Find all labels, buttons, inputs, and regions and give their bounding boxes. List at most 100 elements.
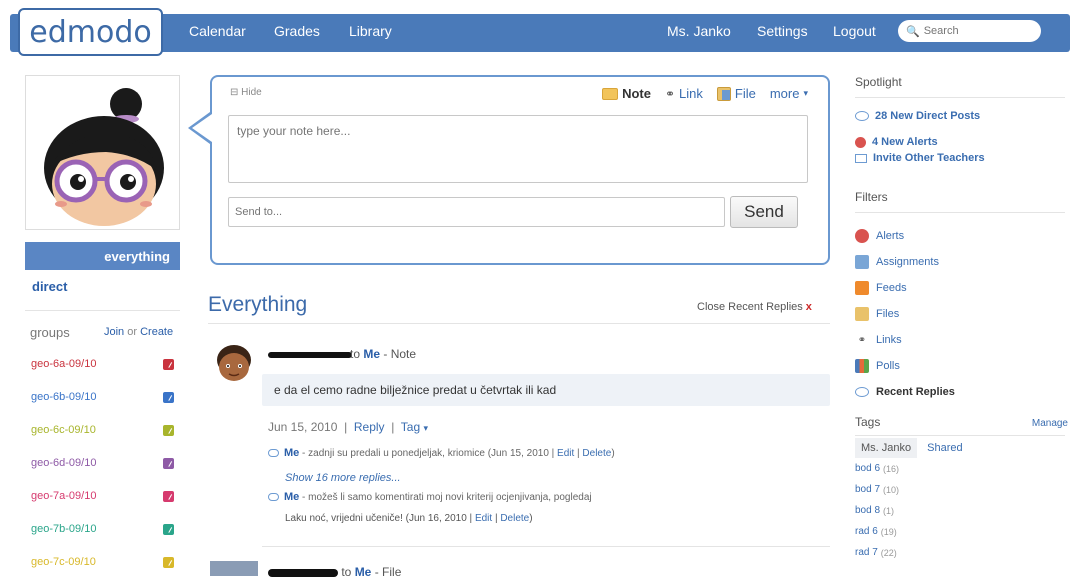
edit-reply-link[interactable]: Edit: [475, 513, 492, 524]
delete-reply-link[interactable]: Delete: [582, 448, 611, 459]
tag-item[interactable]: bod 8 (1): [855, 500, 1070, 521]
nav-settings-link[interactable]: Settings: [757, 23, 808, 39]
group-color-icon: [163, 358, 174, 370]
search-box[interactable]: 🔍: [898, 20, 1041, 42]
filter-direct[interactable]: direct: [32, 279, 67, 294]
filter-links-label: Links: [876, 334, 902, 346]
sidebar-group-item[interactable]: geo-6a-09/10: [25, 350, 180, 378]
new-alerts-link[interactable]: 4 New Alerts: [855, 134, 1070, 150]
close-recent-replies-label: Close Recent Replies: [697, 301, 803, 313]
tag-item[interactable]: rad 7 (22): [855, 542, 1070, 563]
tags-header: Tags Manage: [855, 415, 1068, 429]
group-name: geo-6d-09/10: [31, 457, 97, 469]
comment-bubble-icon: [855, 387, 869, 397]
filter-recent-replies-label: Recent Replies: [876, 386, 955, 398]
tab-note[interactable]: Note: [602, 86, 651, 101]
teacher-avatar-illustration: [44, 88, 164, 226]
note-icon: [602, 87, 619, 100]
tag-name: rad 6: [855, 526, 878, 537]
feed-divider: [208, 323, 830, 324]
profile-avatar[interactable]: [25, 75, 180, 230]
tag-item[interactable]: rad 6 (19): [855, 521, 1070, 542]
reply-date: (Jun 16, 2010 |: [405, 513, 475, 524]
post-recipient-link[interactable]: Me: [355, 565, 372, 579]
student-avatar-illustration: [212, 340, 256, 384]
search-input[interactable]: [923, 25, 1024, 37]
sidebar-group-item[interactable]: geo-7b-09/10: [25, 515, 180, 543]
edit-reply-link[interactable]: Edit: [557, 448, 574, 459]
tab-link[interactable]: ⚭ Link: [665, 86, 703, 101]
group-color-icon: [163, 490, 174, 502]
post-author-avatar[interactable]: [212, 340, 256, 384]
tag-list: bod 6 (16) bod 7 (10) bod 8 (1) rad 6 (19) rad 7…: [855, 458, 1070, 563]
filter-feeds[interactable]: Feeds: [855, 275, 1070, 301]
search-icon: 🔍: [906, 25, 920, 38]
tab-file-label: File: [734, 86, 756, 101]
manage-tags-link[interactable]: Manage: [1032, 418, 1068, 429]
edmodo-logo[interactable]: edmodo: [18, 8, 163, 56]
spotlight-divider: [855, 97, 1065, 98]
alert-icon: [855, 229, 869, 243]
post-type: Note: [390, 347, 417, 361]
tag-dropdown[interactable]: Tag ▾: [401, 420, 428, 434]
join-group-link[interactable]: Join: [104, 326, 124, 338]
tag-name: rad 7: [855, 547, 878, 558]
tab-file[interactable]: File: [716, 86, 756, 101]
filter-links[interactable]: ⚭ Links: [855, 327, 1070, 353]
create-group-link[interactable]: Create: [140, 326, 173, 338]
sidebar-group-item[interactable]: geo-6c-09/10: [25, 416, 180, 444]
group-color-icon: [163, 457, 174, 469]
group-color-icon: [163, 391, 174, 403]
delete-reply-link[interactable]: Delete: [500, 513, 529, 524]
reply-author-link[interactable]: Me: [284, 491, 299, 503]
nav-logout-link[interactable]: Logout: [833, 23, 876, 39]
filter-alerts[interactable]: Alerts: [855, 223, 1070, 249]
filters-divider: [855, 212, 1065, 213]
post-date: Jun 15, 2010: [268, 420, 338, 434]
filter-assignments[interactable]: Assignments: [855, 249, 1070, 275]
filter-assignments-label: Assignments: [876, 256, 939, 268]
filter-recent-replies[interactable]: Recent Replies: [855, 379, 1070, 405]
group-name: geo-7a-09/10: [31, 490, 97, 502]
note-textarea[interactable]: [228, 115, 808, 183]
show-more-replies-link[interactable]: Show 16 more replies...: [285, 472, 401, 484]
nav-calendar-link[interactable]: Calendar: [189, 23, 246, 39]
tag-count: (16): [883, 463, 900, 474]
nav-library-link[interactable]: Library: [349, 23, 392, 39]
hide-label: Hide: [241, 87, 262, 98]
filter-files[interactable]: Files: [855, 301, 1070, 327]
link-icon: ⚭: [664, 86, 676, 101]
tab-more[interactable]: more ▾: [770, 86, 808, 101]
comment-bubble-icon: [855, 111, 869, 121]
tab-my-tags[interactable]: Ms. Janko: [855, 438, 918, 458]
new-direct-posts-link[interactable]: 28 New Direct Posts: [855, 108, 1070, 124]
sidebar-group-item[interactable]: geo-7c-09/10: [25, 548, 180, 576]
send-to-input[interactable]: [228, 197, 725, 227]
hide-composer-link[interactable]: ⊟ Hide: [230, 87, 262, 98]
tag-item[interactable]: bod 6 (16): [855, 458, 1070, 479]
sidebar-group-item[interactable]: geo-6b-09/10: [25, 383, 180, 411]
post-author-avatar[interactable]: [210, 561, 258, 576]
filter-everything[interactable]: everything: [25, 242, 180, 270]
group-color-icon: [163, 556, 174, 568]
groups-actions: Join or Create: [104, 326, 173, 338]
reply-author-link[interactable]: Me: [284, 447, 299, 459]
group-name: geo-7c-09/10: [31, 556, 96, 568]
composer-pointer-inner: [192, 114, 212, 142]
invite-teachers-link[interactable]: Invite Other Teachers: [855, 150, 1070, 166]
post-recipient-link[interactable]: Me: [363, 347, 380, 361]
filter-polls[interactable]: Polls: [855, 353, 1070, 379]
send-button[interactable]: Send: [730, 196, 798, 228]
tab-shared-tags[interactable]: Shared: [917, 438, 968, 458]
sidebar-group-item[interactable]: geo-6d-09/10: [25, 449, 180, 477]
reply-link[interactable]: Reply: [354, 420, 385, 434]
close-recent-replies-link[interactable]: Close Recent Replies x: [697, 301, 812, 313]
tag-count: (19): [880, 526, 897, 537]
nav-grades-link[interactable]: Grades: [274, 23, 320, 39]
tag-item[interactable]: bod 7 (10): [855, 479, 1070, 500]
sidebar-group-item[interactable]: geo-7a-09/10: [25, 482, 180, 510]
groups-or-text: or: [127, 326, 138, 338]
rss-feed-icon: [855, 281, 869, 295]
nav-user-link[interactable]: Ms. Janko: [667, 23, 731, 39]
reply-continuation: Laku noć, vrijedni učeniče! (Jun 16, 201…: [285, 513, 533, 524]
